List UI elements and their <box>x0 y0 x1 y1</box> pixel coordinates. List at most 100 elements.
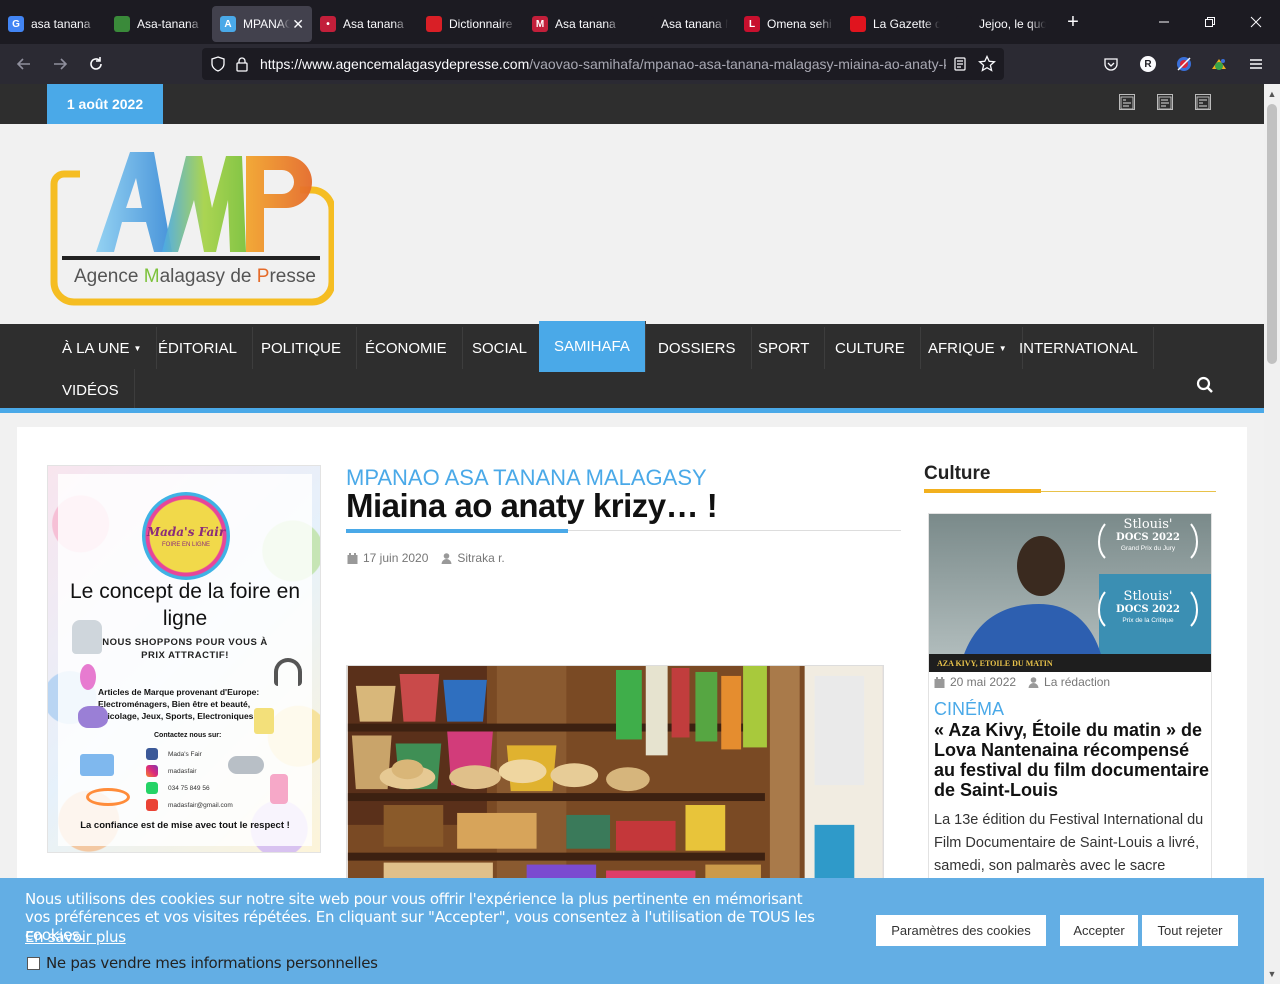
rss-icon[interactable] <box>1119 94 1135 110</box>
ad-instagram-name: madasfair <box>168 767 197 775</box>
email-icon <box>146 799 158 811</box>
reader-view-icon[interactable] <box>952 56 968 72</box>
browser-tab[interactable]: Jejoo, le quotidi <box>948 6 1054 42</box>
translate-icon <box>1212 59 1226 70</box>
back-button[interactable] <box>6 48 42 80</box>
nav-label: À LA UNE <box>62 339 130 357</box>
nav-item-samihafa[interactable]: SAMIHAFA <box>539 321 646 372</box>
browser-tab-active[interactable]: A MPANAO ✕ <box>212 6 312 42</box>
sidebar-card-author[interactable]: La rédaction <box>1044 675 1110 689</box>
url-path: /vaovao-samihafa/mpanao-asa-tanana-malag… <box>529 56 946 72</box>
new-tab-button[interactable]: + <box>1058 11 1088 34</box>
svg-text:Prix de la Critique: Prix de la Critique <box>1122 617 1174 624</box>
browser-tab[interactable]: M Asa tanana <box>524 6 630 42</box>
amp-logo[interactable]: Agence Malagasy de Presse <box>50 152 334 306</box>
cookie-accept-button[interactable]: Accepter <box>1060 915 1138 946</box>
nav-item-economie[interactable]: ÉCONOMIE <box>350 327 463 369</box>
nav-label: ÉDITORIAL <box>158 339 237 357</box>
blocker-icon <box>1177 57 1191 71</box>
browser-tab[interactable]: Dictionnaire <box>418 6 524 42</box>
tab-title: La Gazette d <box>873 17 940 31</box>
browser-toolbar: https://www.agencemalagasydepresse.com/v… <box>0 44 1280 84</box>
svg-text:Stlouis': Stlouis' <box>1124 589 1173 604</box>
browser-tab[interactable]: • Asa tanana <box>312 6 418 42</box>
search-icon <box>1196 376 1213 393</box>
nav-item-sport[interactable]: SPORT <box>743 327 826 369</box>
bookmark-star-icon[interactable] <box>978 55 996 73</box>
pocket-icon <box>1104 58 1118 71</box>
perfume-icon <box>80 664 96 690</box>
sidebar-card-headline[interactable]: « Aza Kivy, Étoile du matin » de Lova Na… <box>934 720 1210 800</box>
tab-favicon-icon <box>114 16 130 32</box>
address-bar[interactable]: https://www.agencemalagasydepresse.com/v… <box>202 48 1004 80</box>
extension-r-button[interactable]: R <box>1132 48 1164 80</box>
mixer-icon <box>72 620 102 654</box>
sidebar-divider-accent <box>924 489 1041 493</box>
vacuum-icon <box>78 706 108 728</box>
tab-favicon-icon <box>426 16 442 32</box>
nav-item-culture[interactable]: CULTURE <box>820 327 921 369</box>
restore-button[interactable] <box>1187 0 1233 44</box>
do-not-sell-option[interactable]: Ne pas vendre mes informations personnel… <box>25 954 378 972</box>
app-menu-button[interactable] <box>1240 48 1272 80</box>
scroll-up-arrow[interactable]: ▲ <box>1264 86 1280 102</box>
laptop-icon <box>80 754 114 776</box>
advertisement-banner[interactable]: Mada's Fair FOIRE EN LIGNE Le concept de… <box>47 465 321 853</box>
minimize-button[interactable] <box>1141 0 1187 44</box>
close-icon <box>1250 16 1262 28</box>
browser-tab[interactable]: Asa tanana Mala <box>630 6 736 42</box>
svg-text:Stlouis': Stlouis' <box>1124 517 1173 532</box>
cookie-settings-button[interactable]: Paramètres des cookies <box>876 915 1046 946</box>
nav-item-a-la-une[interactable]: À LA UNE ▼ <box>47 327 158 369</box>
nav-item-editorial[interactable]: ÉDITORIAL <box>143 327 253 369</box>
facebook-icon <box>146 748 158 760</box>
tab-list: Gasa tanana Asa-tanana A MPANAO ✕ • Asa tanana… <box>0 2 1054 42</box>
instagram-icon <box>146 765 158 777</box>
forward-button[interactable] <box>42 48 78 80</box>
tracking-shield-icon[interactable] <box>210 56 226 72</box>
share-icon[interactable] <box>1195 94 1211 110</box>
headphones-icon <box>274 658 302 686</box>
page-scrollbar[interactable]: ▲ ▼ <box>1264 84 1280 984</box>
cookie-learn-more-link[interactable]: En savoir plus <box>25 928 126 946</box>
tab-close-icon[interactable]: ✕ <box>292 16 304 33</box>
do-not-sell-label: Ne pas vendre mes informations personnel… <box>46 954 378 972</box>
web-page: 1 août 2022 Agence Malagasy de Presse À … <box>0 84 1264 984</box>
scroll-down-arrow[interactable]: ▼ <box>1264 966 1280 982</box>
nav-item-videos[interactable]: VIDÉOS <box>47 369 135 411</box>
sidebar-card-date[interactable]: 20 mai 2022 <box>950 675 1016 689</box>
extension-translate-button[interactable] <box>1203 48 1235 80</box>
site-search-button[interactable] <box>1196 376 1220 400</box>
tab-favicon-icon: G <box>8 16 24 32</box>
tab-favicon-icon: A <box>220 16 236 32</box>
chevron-down-icon: ▼ <box>133 343 142 353</box>
nav-item-social[interactable]: SOCIAL <box>457 327 544 369</box>
browser-tab[interactable]: L Omena sehi <box>736 6 842 42</box>
badge-subtitle: FOIRE EN LIGNE <box>161 541 210 548</box>
pocket-button[interactable] <box>1095 48 1127 80</box>
film-poster-image[interactable]: AZA KIVY, ETOILE DU MATIN Stlouis' DOCS … <box>929 514 1211 672</box>
reload-button[interactable] <box>78 48 114 80</box>
sidebar-card-category[interactable]: CINÉMA <box>934 699 1004 720</box>
nav-item-dossiers[interactable]: DOSSIERS <box>643 327 752 369</box>
nav-label: CULTURE <box>835 339 905 357</box>
tab-favicon-icon: M <box>532 16 548 32</box>
feed-icon[interactable] <box>1157 94 1173 110</box>
calendar-icon <box>346 552 358 564</box>
svg-text:DOCS 2022: DOCS 2022 <box>1116 604 1180 615</box>
close-window-button[interactable] <box>1233 0 1279 44</box>
do-not-sell-checkbox[interactable] <box>27 956 40 970</box>
nav-item-politique[interactable]: POLITIQUE <box>246 327 358 369</box>
url-text[interactable]: https://www.agencemalagasydepresse.com/v… <box>260 56 946 72</box>
browser-tab[interactable]: La Gazette d <box>842 6 948 42</box>
browser-tab[interactable]: Asa-tanana <box>106 6 212 42</box>
browser-tab[interactable]: Gasa tanana <box>0 6 106 42</box>
nav-label: ÉCONOMIE <box>365 339 447 357</box>
article-author[interactable]: Sitraka r. <box>457 551 504 565</box>
cookie-reject-button[interactable]: Tout rejeter <box>1142 915 1238 946</box>
extension-blocker-button[interactable] <box>1168 48 1200 80</box>
lock-icon[interactable] <box>234 56 250 72</box>
nav-item-international[interactable]: INTERNATIONAL <box>1004 327 1154 369</box>
article-date[interactable]: 17 juin 2020 <box>363 551 428 565</box>
scrollbar-thumb[interactable] <box>1267 104 1277 364</box>
